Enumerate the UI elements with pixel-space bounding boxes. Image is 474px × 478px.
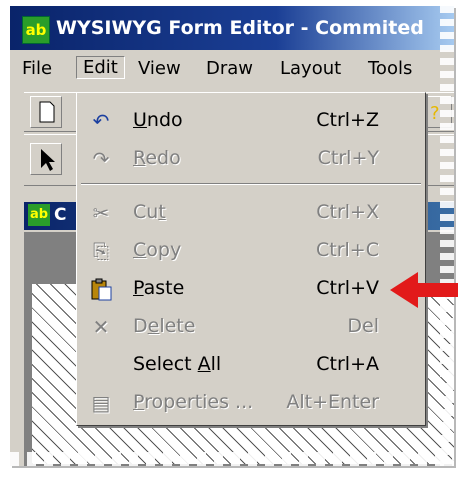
new-file-button[interactable] xyxy=(30,96,62,128)
red-arrow-icon xyxy=(390,272,458,308)
new-file-icon xyxy=(39,101,55,123)
redo-icon: ↷ xyxy=(92,147,110,171)
select-tool-button[interactable] xyxy=(30,143,62,175)
menu-item-shortcut: Ctrl+X xyxy=(316,201,379,223)
menu-item-label: Delete xyxy=(133,315,196,337)
menu-edit[interactable]: Edit xyxy=(76,56,125,79)
menu-separator xyxy=(81,183,421,185)
menu-item-cut[interactable]: ✂ Cut Ctrl+X xyxy=(77,195,425,231)
paste-icon xyxy=(89,277,113,301)
title-bar[interactable]: ab WYSIWYG Form Editor - Commited xyxy=(10,6,454,50)
menu-item-label: Properties ... xyxy=(133,391,254,413)
pointer-icon xyxy=(41,149,55,171)
menu-item-shortcut: Ctrl+Z xyxy=(316,109,379,131)
edit-menu-dropdown: ↶ Undo Ctrl+Z ↷ Redo Ctrl+Y ✂ Cut Ctrl+X… xyxy=(76,92,426,426)
menu-view[interactable]: View xyxy=(138,58,181,79)
menu-file[interactable]: File xyxy=(22,58,52,79)
menu-item-shortcut: Ctrl+A xyxy=(316,353,379,375)
menu-item-copy[interactable]: ⎘ Copy Ctrl+C xyxy=(77,233,425,269)
menu-item-shortcut: Del xyxy=(347,315,379,337)
menu-bar: File Edit View Draw Layout Tools xyxy=(10,52,454,86)
cut-icon: ✂ xyxy=(92,201,110,225)
menu-item-shortcut: Ctrl+Y xyxy=(317,147,379,169)
menu-item-label: Redo xyxy=(133,147,181,169)
svg-text:?: ? xyxy=(430,103,440,124)
menu-item-select-all[interactable]: Select All Ctrl+A xyxy=(77,347,425,383)
menu-item-label: Select All xyxy=(133,353,222,375)
menu-item-label: Cut xyxy=(133,201,166,223)
form-editor-icon: ab xyxy=(22,16,50,44)
menu-item-delete[interactable]: ✕ Delete Del xyxy=(77,309,425,345)
undo-icon: ↶ xyxy=(92,109,110,133)
menu-item-shortcut: Ctrl+C xyxy=(316,239,379,261)
menu-item-shortcut: Alt+Enter xyxy=(286,391,379,413)
child-window-title: C xyxy=(54,205,67,225)
menu-item-label: Paste xyxy=(133,277,185,299)
properties-icon: ▤ xyxy=(91,391,111,415)
menu-item-shortcut: Ctrl+V xyxy=(316,277,379,299)
delete-icon: ✕ xyxy=(92,315,110,339)
menu-layout[interactable]: Layout xyxy=(280,58,341,79)
torn-edge-bottom xyxy=(10,452,454,466)
menu-item-undo[interactable]: ↶ Undo Ctrl+Z xyxy=(77,103,425,139)
form-icon: ab xyxy=(28,204,50,226)
menu-item-label: Undo xyxy=(133,109,183,131)
menu-draw[interactable]: Draw xyxy=(206,58,253,79)
menu-item-label: Copy xyxy=(133,239,182,261)
menu-tools[interactable]: Tools xyxy=(368,58,412,79)
window-title: WYSIWYG Form Editor - Commited xyxy=(56,17,424,39)
torn-edge-right xyxy=(440,6,454,466)
menu-item-redo[interactable]: ↷ Redo Ctrl+Y xyxy=(77,141,425,177)
menu-item-properties[interactable]: ▤ Properties ... Alt+Enter xyxy=(77,385,425,421)
menu-item-paste[interactable]: Paste Ctrl+V xyxy=(77,271,425,307)
copy-icon: ⎘ xyxy=(93,239,109,263)
